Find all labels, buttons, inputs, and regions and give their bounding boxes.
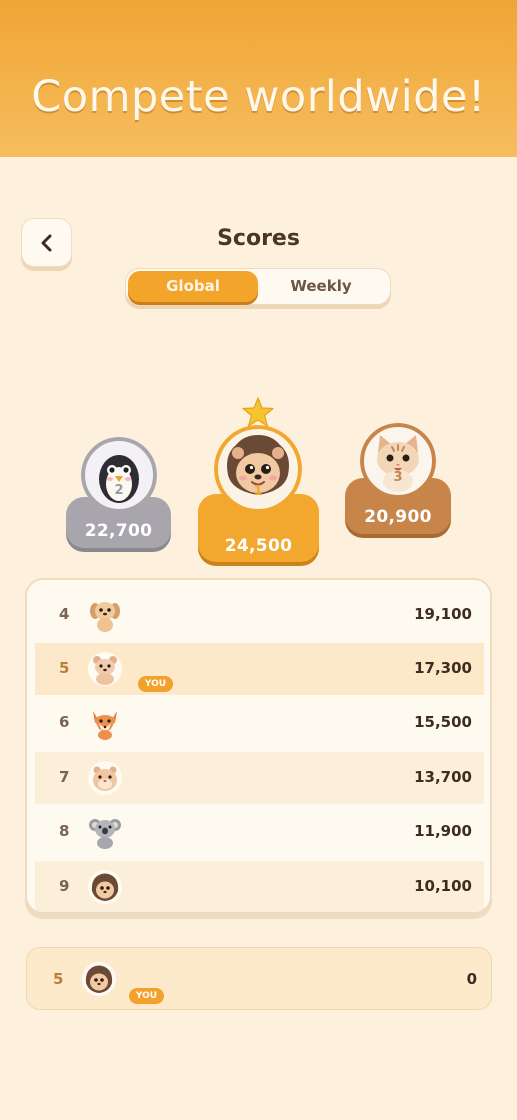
row-rank: 8 xyxy=(59,822,70,840)
row-rank: 5 xyxy=(59,659,70,677)
list-item[interactable]: 7 13,700 xyxy=(35,752,484,804)
koala-avatar-icon xyxy=(89,819,121,849)
tab-weekly[interactable]: Weekly xyxy=(256,271,386,302)
row-score: 10,100 xyxy=(414,877,472,895)
row-score: 17,300 xyxy=(414,659,472,677)
leaderboard-period-toggle: Global Weekly xyxy=(125,268,391,305)
podium-first-avatar[interactable] xyxy=(214,425,302,513)
list-item[interactable]: 9 10,100 xyxy=(35,861,484,912)
row-rank: 9 xyxy=(59,877,70,895)
banner-title: Compete worldwide! xyxy=(31,72,486,122)
current-user-rank: 5 xyxy=(53,970,64,988)
podium-third-avatar[interactable] xyxy=(360,423,436,499)
hedgehog-avatar-icon xyxy=(82,962,116,996)
list-item[interactable]: 8 11,900 xyxy=(35,806,484,858)
list-item[interactable]: 6 15,500 xyxy=(35,697,484,749)
row-score: 19,100 xyxy=(414,605,472,623)
podium-first-rank: 1 xyxy=(253,484,263,499)
current-user-score: 0 xyxy=(466,970,477,988)
you-badge: YOU xyxy=(138,676,173,692)
bear-avatar-icon xyxy=(88,652,122,686)
you-badge: YOU xyxy=(129,988,164,1004)
list-item-current-user[interactable]: 5 YOU 17,300 xyxy=(35,643,484,695)
star-icon xyxy=(242,397,274,427)
podium-second-avatar[interactable] xyxy=(81,437,157,513)
row-rank: 4 xyxy=(59,605,70,623)
hamster-avatar-icon xyxy=(88,761,122,795)
row-score: 11,900 xyxy=(414,822,472,840)
podium-third-score: 20,900 xyxy=(364,507,432,527)
row-rank: 7 xyxy=(59,768,70,786)
page-title: Scores xyxy=(217,226,300,251)
row-score: 13,700 xyxy=(414,768,472,786)
fox-avatar-icon xyxy=(93,711,117,740)
podium-second-score: 22,700 xyxy=(84,521,153,541)
tab-global[interactable]: Global xyxy=(128,271,258,302)
promo-banner: Compete worldwide! xyxy=(0,0,517,157)
podium-second-rank: 2 xyxy=(114,483,124,498)
leaderboard-list: 4 19,100 5 YOU 17,300 6 15,500 7 13,700 … xyxy=(25,578,492,914)
podium-third-rank: 3 xyxy=(393,470,403,485)
current-user-card[interactable]: 5 YOU 0 xyxy=(26,947,492,1010)
podium-first-score: 24,500 xyxy=(224,536,293,556)
row-rank: 6 xyxy=(59,713,70,731)
row-score: 15,500 xyxy=(414,713,472,731)
hedgehog-avatar-icon xyxy=(88,870,122,904)
list-item[interactable]: 4 19,100 xyxy=(35,589,484,641)
puppy-avatar-icon xyxy=(90,602,120,632)
